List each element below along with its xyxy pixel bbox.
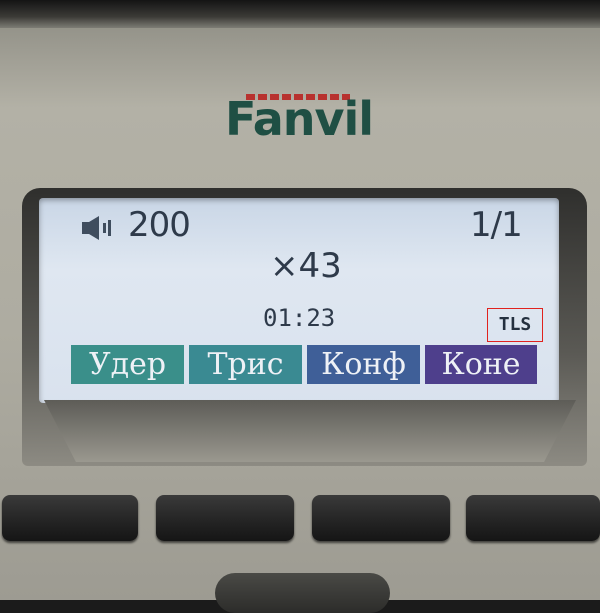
softkey-hold[interactable]: Удер — [71, 345, 184, 384]
callee-number: ×43 — [270, 246, 342, 286]
navigation-key[interactable] — [215, 573, 390, 613]
softkey-bar: Удер Трис Конф Коне — [71, 345, 537, 384]
softkey-conference[interactable]: Конф — [307, 345, 420, 384]
hardware-softkey-2[interactable] — [156, 495, 294, 541]
softkey-end[interactable]: Коне — [425, 345, 537, 384]
hardware-softkey-1[interactable] — [2, 495, 138, 541]
speaker-icon — [82, 216, 111, 240]
call-timer: 01:23 — [263, 304, 336, 332]
brand-logo: Fanvil — [214, 88, 384, 148]
line-number: 200 — [128, 205, 191, 245]
tls-security-badge: TLS — [487, 308, 543, 342]
brand-logo-text: Fanvil — [224, 92, 374, 146]
lcd-lower-bezel — [44, 400, 576, 462]
phone-top-edge — [0, 0, 600, 28]
hardware-softkey-4[interactable] — [466, 495, 600, 541]
line-count: 1/1 — [470, 205, 523, 245]
softkey-transfer[interactable]: Трис — [189, 345, 302, 384]
hardware-softkey-3[interactable] — [312, 495, 450, 541]
